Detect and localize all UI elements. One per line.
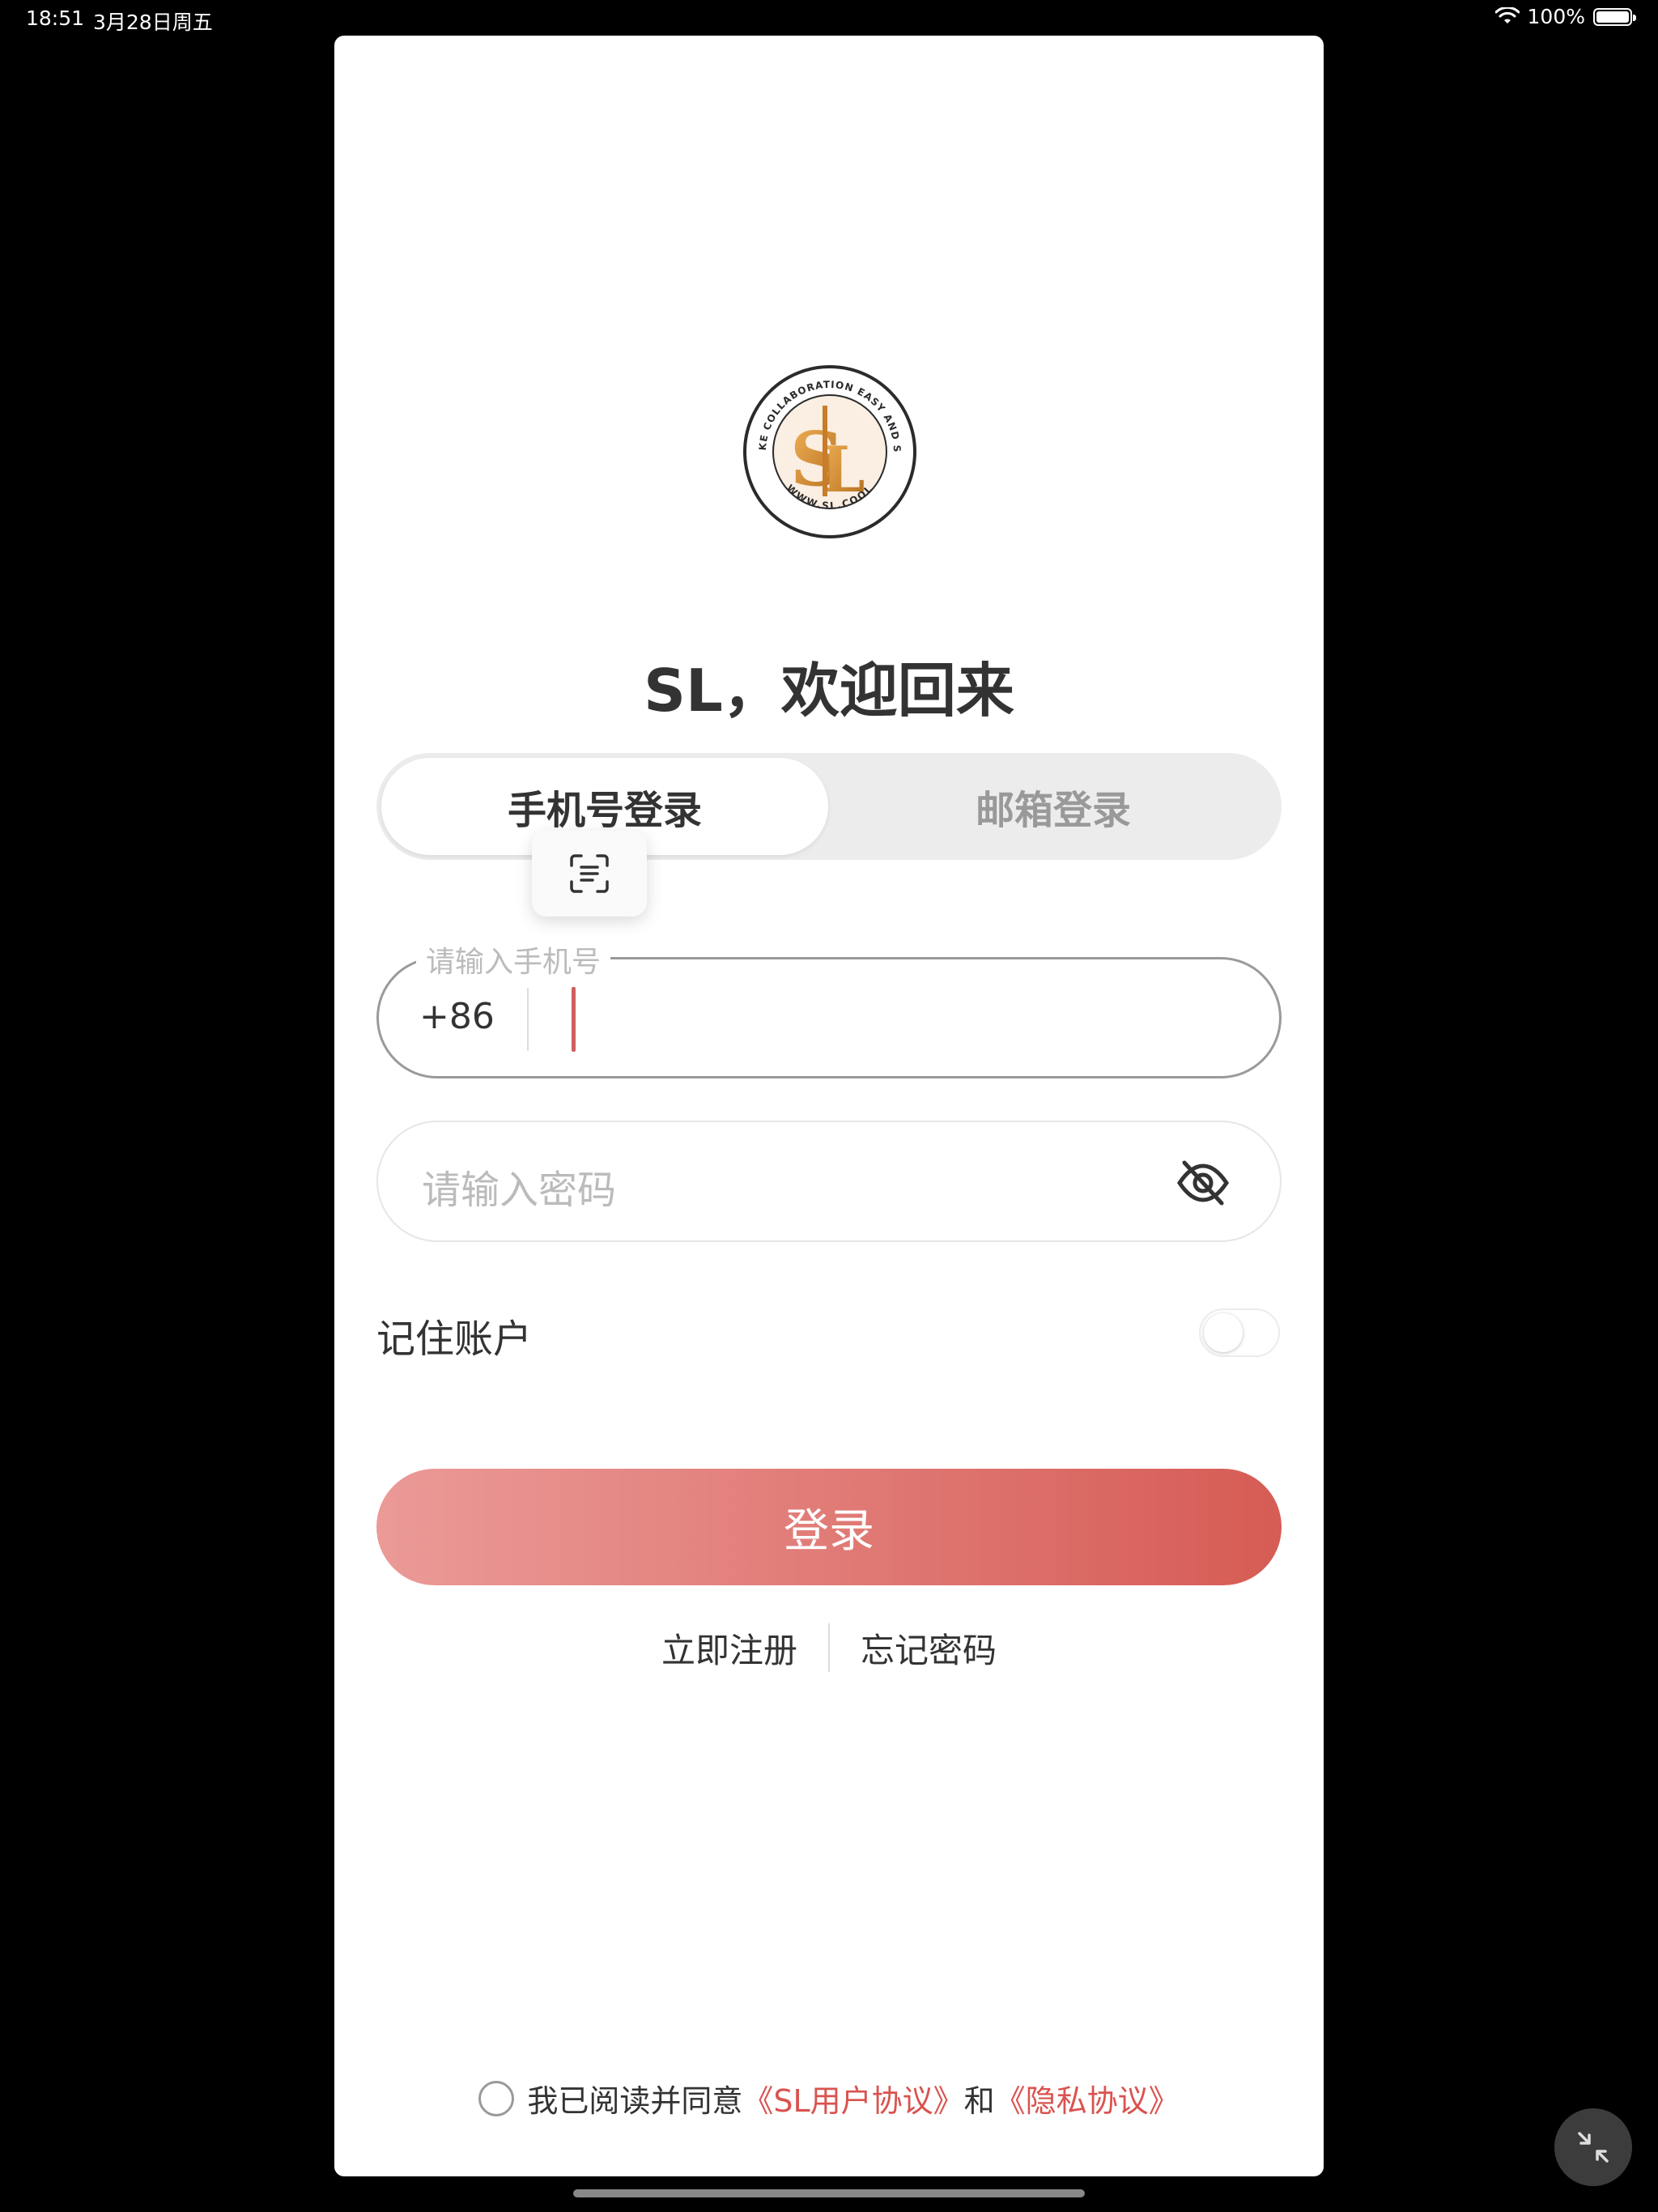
field-divider <box>527 988 529 1051</box>
register-link[interactable]: 立即注册 <box>631 1623 828 1673</box>
toggle-knob <box>1204 1313 1243 1352</box>
eye-off-icon[interactable] <box>1175 1155 1231 1211</box>
forgot-password-link[interactable]: 忘记密码 <box>830 1623 1027 1673</box>
scan-text-popover[interactable] <box>532 831 647 917</box>
privacy-agreement-link[interactable]: 《隐私协议》 <box>995 2076 1180 2121</box>
battery-icon <box>1593 7 1636 26</box>
login-method-tabs: 手机号登录 邮箱登录 <box>376 753 1282 860</box>
status-right: 100% <box>1494 5 1636 28</box>
status-date: 3月28日周五 <box>93 11 213 34</box>
tab-email-login[interactable]: 邮箱登录 <box>830 758 1277 855</box>
collapse-window-button[interactable] <box>1554 2108 1632 2186</box>
status-bar: 18:51 3月28日周五 100% <box>0 0 1658 37</box>
text-caret <box>572 987 576 1052</box>
country-code[interactable]: +86 <box>419 996 495 1037</box>
password-placeholder: 请输入密码 <box>422 1168 617 1213</box>
remember-account-toggle[interactable] <box>1199 1308 1280 1357</box>
welcome-title: SL，欢迎回来 <box>644 657 1014 725</box>
agreement-row: 我已阅读并同意 《SL用户协议》 和 《隐私协议》 <box>334 2076 1324 2121</box>
wifi-icon <box>1494 6 1520 23</box>
auth-links: 立即注册 忘记密码 <box>334 1623 1324 1673</box>
user-agreement-link[interactable]: 《SL用户协议》 <box>742 2076 963 2121</box>
collapse-arrows-icon <box>1578 2132 1609 2163</box>
phone-input[interactable]: 请输入手机号 +86 <box>376 938 1282 1078</box>
remember-account-label: 记住账户 <box>376 1317 533 1362</box>
status-time: 18:51 <box>26 6 85 30</box>
password-input[interactable]: 请输入密码 <box>376 1121 1282 1242</box>
home-indicator[interactable] <box>573 2189 1085 2197</box>
agreement-prefix: 我已阅读并同意 <box>527 2083 743 2119</box>
sl-logo: TO MAKE COLLABORATION EASY AND SIMPLE WW… <box>742 364 916 538</box>
agreement-checkbox[interactable] <box>478 2080 515 2116</box>
login-button[interactable]: 登录 <box>376 1469 1282 1585</box>
battery-percent: 100% <box>1527 5 1585 28</box>
phone-floating-label: 请输入手机号 <box>416 938 611 981</box>
agreement-and: 和 <box>963 2083 995 2119</box>
scan-text-icon[interactable] <box>568 853 610 895</box>
login-card: TO MAKE COLLABORATION EASY AND SIMPLE WW… <box>334 36 1324 2176</box>
